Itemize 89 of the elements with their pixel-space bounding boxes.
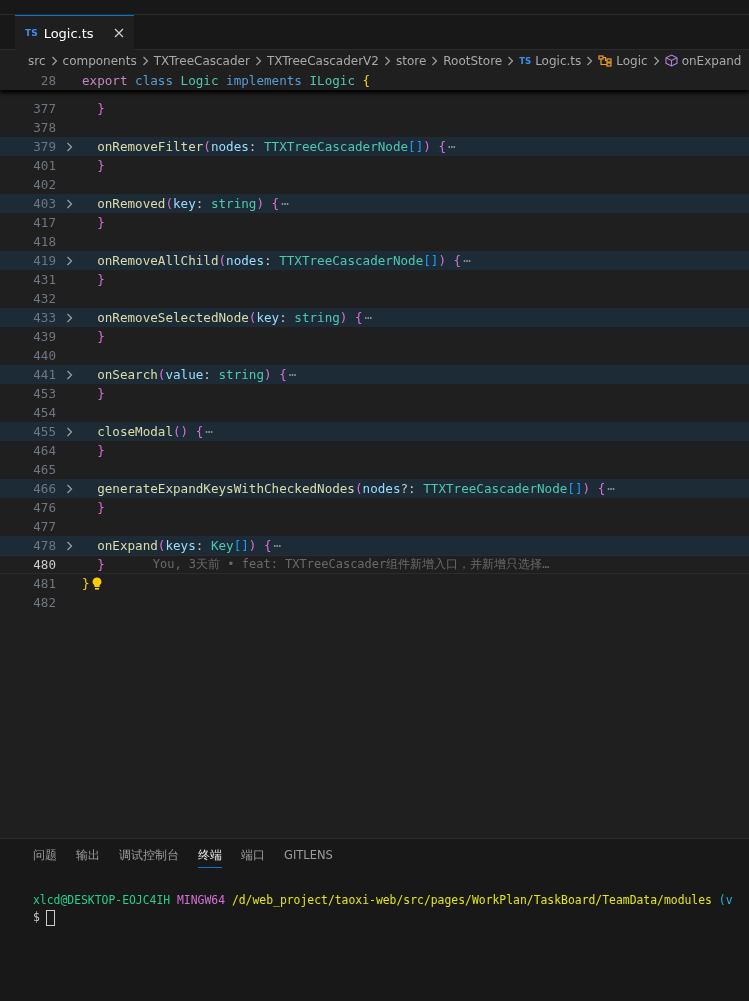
- chevron-right-icon: [431, 55, 439, 66]
- breadcrumb-item[interactable]: src: [28, 53, 46, 68]
- line-number: 440: [32, 348, 56, 363]
- panel-tab[interactable]: 终端: [198, 848, 222, 868]
- line-number: 464: [32, 443, 56, 458]
- code-text: }: [96, 557, 105, 572]
- chevron-right-icon: [254, 55, 262, 66]
- breadcrumb-item[interactable]: Logic.ts: [535, 53, 582, 68]
- line-number: 454: [32, 405, 56, 420]
- line-number: 439: [32, 329, 56, 344]
- breadcrumb-item[interactable]: RootStore: [443, 53, 503, 68]
- breadcrumb-item[interactable]: TXTreeCascader: [153, 53, 250, 68]
- chevron-right-icon[interactable]: [65, 426, 73, 437]
- chevron-right-icon[interactable]: [65, 369, 73, 380]
- line-number: 402: [32, 177, 56, 192]
- line-number: 28: [39, 73, 56, 88]
- code-text: onRemoveFilter(nodes: TTXTreeCascaderNode[]) {⋯: [96, 139, 457, 154]
- chevron-right-icon: [383, 55, 391, 66]
- line-number: 482: [32, 595, 56, 610]
- breadcrumb-item[interactable]: onExpand: [681, 53, 742, 68]
- tab-label: Logic.ts: [43, 25, 94, 41]
- code-text: onRemoveSelectedNode(key: string) {⋯: [96, 310, 374, 325]
- line-number: 431: [32, 272, 56, 287]
- git-blame-annotation: You, 3天前 • feat: TXTreeCascader组件新增入口，并新增只选择…: [152, 556, 550, 573]
- line-number: 377: [32, 101, 56, 116]
- close-icon[interactable]: [113, 28, 124, 38]
- chevron-right-icon: [141, 55, 149, 66]
- file-type-label: TS: [25, 28, 38, 38]
- breadcrumb-item[interactable]: store: [395, 53, 427, 68]
- class-icon: [598, 54, 613, 67]
- line-number: 419: [32, 253, 56, 268]
- code-text: onRemoved(key: string) {⋯: [96, 196, 290, 211]
- chevron-right-icon[interactable]: [65, 255, 73, 266]
- line-number: 379: [32, 139, 56, 154]
- code-text: generateExpandKeysWithCheckedNodes(nodes?: TTXTreeCascaderNode[]) {⋯: [96, 481, 616, 496]
- chevron-right-icon: [586, 55, 594, 66]
- chevron-right-icon[interactable]: [65, 141, 73, 152]
- file-type-label: TS: [519, 55, 532, 66]
- code-text: onSearch(value: string) {⋯: [96, 367, 298, 382]
- line-number: 378: [32, 120, 56, 135]
- line-number: 466: [32, 481, 56, 496]
- line-number: 455: [32, 424, 56, 439]
- line-number: 401: [32, 158, 56, 173]
- code-text: }: [96, 329, 105, 344]
- line-number: 478: [32, 538, 56, 553]
- breadcrumb-item[interactable]: components: [62, 53, 137, 68]
- line-number: 433: [32, 310, 56, 325]
- breadcrumb-item[interactable]: TXTreeCascaderV2: [266, 53, 379, 68]
- line-number: 441: [32, 367, 56, 382]
- line-number: 432: [32, 291, 56, 306]
- line-number: 480: [32, 557, 56, 572]
- code-text: closeModal() {⋯: [96, 424, 214, 439]
- line-number: 465: [32, 462, 56, 477]
- line-number: 476: [32, 500, 56, 515]
- code-text: }: [96, 101, 105, 116]
- line-number: 418: [32, 234, 56, 249]
- line-number: 403: [32, 196, 56, 211]
- chevron-right-icon: [50, 55, 58, 66]
- line-number: 417: [32, 215, 56, 230]
- code-text: }: [96, 158, 105, 173]
- chevron-right-icon[interactable]: [65, 540, 73, 551]
- code-text: onRemoveAllChild(nodes: TTXTreeCascaderNode[]) {⋯: [96, 253, 472, 268]
- line-number: 481: [32, 576, 56, 591]
- code-text: }: [96, 215, 105, 230]
- panel-tab[interactable]: 输出: [76, 848, 100, 868]
- code-text: }: [96, 500, 105, 515]
- panel-tab[interactable]: GITLENS: [284, 848, 333, 868]
- panel-tab[interactable]: 问题: [33, 848, 57, 868]
- chevron-right-icon[interactable]: [65, 198, 73, 209]
- lightbulb-icon[interactable]: [91, 577, 102, 590]
- panel-tab[interactable]: 端口: [241, 848, 265, 868]
- terminal-line: $: [33, 909, 40, 926]
- code-text: }: [96, 386, 105, 401]
- code-text: }: [96, 272, 105, 287]
- cube-icon: [664, 54, 678, 67]
- breadcrumb-item[interactable]: Logic: [616, 53, 648, 68]
- chevron-right-icon[interactable]: [65, 483, 73, 494]
- line-number: 453: [32, 386, 56, 401]
- panel-tab[interactable]: 调试控制台: [119, 848, 179, 868]
- editor-tab[interactable]: TS Logic.ts: [15, 15, 134, 50]
- code-text: onExpand(keys: Key[]) {⋯: [96, 538, 283, 553]
- code-text: }: [82, 576, 90, 591]
- chevron-right-icon: [507, 55, 515, 66]
- chevron-right-icon: [652, 55, 660, 66]
- line-number: 477: [32, 519, 56, 534]
- code-text: export class Logic implements ILogic {: [82, 73, 371, 88]
- terminal-line: xlcd@DESKTOP-EOJC4IH MINGW64 /d/web_project/taoxi-web/src/pages/WorkPlan/TaskBoard/TeamData/modules (v: [33, 892, 733, 909]
- chevron-right-icon[interactable]: [65, 312, 73, 323]
- code-text: }: [96, 443, 105, 458]
